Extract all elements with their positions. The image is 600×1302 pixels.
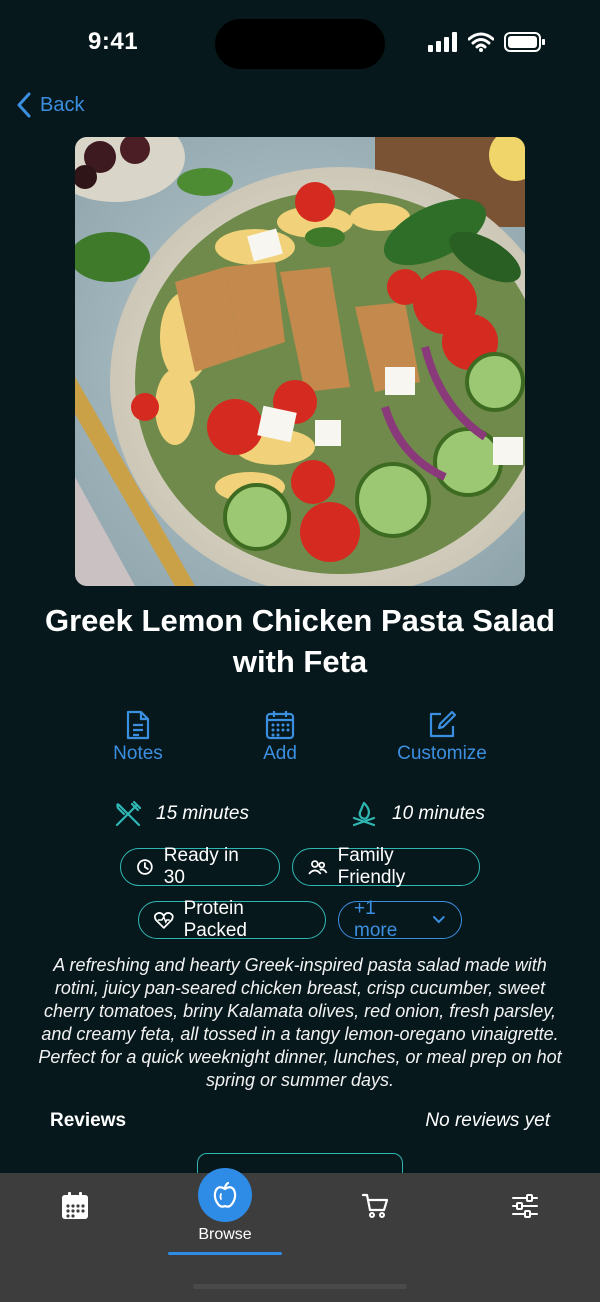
home-indicator xyxy=(193,1284,407,1289)
tag-family-friendly[interactable]: Family Friendly xyxy=(292,845,480,888)
customize-label: Customize xyxy=(397,743,487,764)
tab-bar xyxy=(0,1173,600,1302)
dynamic-island xyxy=(215,19,385,69)
more-tags-label: +1 more xyxy=(354,898,398,941)
tab-cart[interactable] xyxy=(361,1192,389,1225)
calendar-icon xyxy=(265,711,295,740)
tab-settings[interactable] xyxy=(511,1192,539,1225)
cook-time: 10 minutes xyxy=(350,800,485,828)
timer-icon xyxy=(137,859,153,875)
notes-button[interactable]: Notes xyxy=(100,710,176,765)
status-icons xyxy=(428,32,546,52)
add-button[interactable]: Add xyxy=(250,710,310,765)
cart-icon xyxy=(361,1193,389,1218)
tag-ready-in-30[interactable]: Ready in 30 xyxy=(120,845,280,888)
people-icon xyxy=(308,860,328,875)
utensils-icon xyxy=(115,800,142,827)
tab-browse-label: Browse xyxy=(198,1226,252,1243)
notes-label: Notes xyxy=(113,743,163,764)
sliders-icon xyxy=(512,1194,538,1218)
chevron-left-icon xyxy=(17,92,31,118)
customize-button[interactable]: Customize xyxy=(392,710,492,765)
tag-protein-packed[interactable]: Protein Packed xyxy=(138,898,326,941)
flame-icon xyxy=(352,801,376,827)
recipe-title: Greek Lemon Chicken Pasta Salad with Fet… xyxy=(45,603,555,679)
signal-icon xyxy=(428,32,457,52)
back-button[interactable]: Back xyxy=(16,92,84,118)
tag-label: Ready in 30 xyxy=(163,845,239,888)
more-tags-button[interactable]: +1 more xyxy=(338,898,462,941)
status-time: 9:41 xyxy=(88,28,139,55)
apple-icon xyxy=(213,1181,237,1208)
battery-icon xyxy=(504,32,545,52)
cook-time-value: 10 minutes xyxy=(392,803,485,824)
edit-icon xyxy=(429,710,457,738)
tag-label: Family Friendly xyxy=(337,845,406,888)
heart-pulse-icon xyxy=(154,912,174,929)
wifi-icon xyxy=(468,32,494,52)
prep-time-value: 15 minutes xyxy=(156,803,249,824)
active-tab-indicator xyxy=(168,1252,282,1255)
recipe-description: A refreshing and hearty Greek-inspired p… xyxy=(38,955,562,1090)
calendar-icon xyxy=(62,1192,88,1219)
prep-time: 15 minutes xyxy=(114,800,249,828)
tag-label: Protein Packed xyxy=(183,898,247,941)
back-label: Back xyxy=(40,93,85,116)
add-label: Add xyxy=(263,743,297,764)
notes-icon xyxy=(126,710,150,740)
tab-planner[interactable] xyxy=(61,1192,89,1225)
recipe-image xyxy=(75,137,525,586)
reviews-heading: Reviews xyxy=(50,1110,127,1131)
reviews-status: No reviews yet xyxy=(425,1110,550,1131)
chevron-down-icon xyxy=(433,916,446,924)
tab-browse[interactable] xyxy=(198,1168,252,1222)
